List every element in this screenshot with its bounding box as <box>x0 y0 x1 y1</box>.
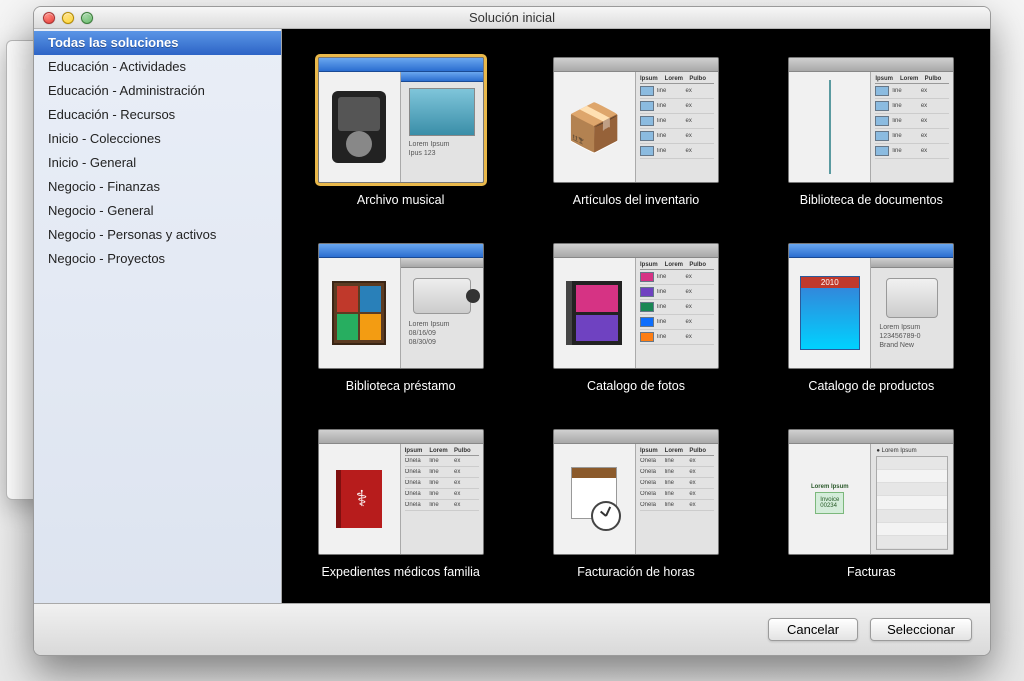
titlebar[interactable]: Solución inicial <box>34 7 990 29</box>
template-label: Artículos del inventario <box>573 193 699 207</box>
sidebar-item-business-projects[interactable]: Negocio - Proyectos <box>34 247 281 271</box>
template-facturacion-horas[interactable]: IpsumLoremPulbo Onelalineex Onelalineex … <box>537 429 734 579</box>
template-archivo-musical[interactable]: Lorem IpsumIpus 123 Archivo musical <box>302 57 499 207</box>
template-gallery[interactable]: Lorem IpsumIpus 123 Archivo musical 📦 Ip… <box>282 29 990 603</box>
template-label: Archivo musical <box>357 193 445 207</box>
boxes-icon: 📦 <box>566 100 623 155</box>
template-label: Biblioteca préstamo <box>346 379 456 393</box>
template-biblioteca-prestamo[interactable]: Lorem Ipsum08/16/0908/30/09 Biblioteca p… <box>302 243 499 393</box>
template-thumbnail: Lorem IpsumIpus 123 <box>318 57 484 183</box>
bookshelf-icon <box>332 281 386 345</box>
template-articulos-inventario[interactable]: 📦 IpsumLoremPulbo lineex lineex lineex l… <box>537 57 734 207</box>
sidebar-item-business-general[interactable]: Negocio - General <box>34 199 281 223</box>
sidebar-item-education-activities[interactable]: Educación - Actividades <box>34 55 281 79</box>
sidebar-item-business-people-assets[interactable]: Negocio - Personas y activos <box>34 223 281 247</box>
template-thumbnail: IpsumLoremPulbo lineex lineex lineex lin… <box>788 57 954 183</box>
sidebar-item-education-administration[interactable]: Educación - Administración <box>34 79 281 103</box>
template-label: Facturación de horas <box>577 565 694 579</box>
template-label: Catalogo de productos <box>808 379 934 393</box>
template-label: Facturas <box>847 565 896 579</box>
projector-icon <box>413 278 471 314</box>
template-thumbnail: Lorem Ipsum Invoice00234 ● Lorem Ipsum <box>788 429 954 555</box>
template-expedientes-medicos[interactable]: ⚕ IpsumLoremPulbo Onelalineex Onelalinee… <box>302 429 499 579</box>
sidebar-item-home-collections[interactable]: Inicio - Colecciones <box>34 127 281 151</box>
category-sidebar: Todas las soluciones Educación - Activid… <box>34 29 282 603</box>
template-catalogo-fotos[interactable]: IpsumLoremPulbo lineex lineex lineex lin… <box>537 243 734 393</box>
medical-book-icon: ⚕ <box>336 470 382 528</box>
clock-icon <box>591 501 621 531</box>
starter-solution-dialog: Solución inicial Todas las soluciones Ed… <box>33 6 991 656</box>
template-label: Biblioteca de documentos <box>800 193 943 207</box>
sidebar-item-home-general[interactable]: Inicio - General <box>34 151 281 175</box>
printer-icon <box>886 278 938 318</box>
template-thumbnail: IpsumLoremPulbo lineex lineex lineex lin… <box>553 243 719 369</box>
dialog-footer: Cancelar Seleccionar <box>34 603 990 655</box>
template-catalogo-productos[interactable]: 2010 Lorem Ipsum123456789-0Brand New Cat… <box>773 243 970 393</box>
select-button[interactable]: Seleccionar <box>870 618 972 641</box>
product-card-icon: 2010 <box>800 276 860 350</box>
document-icon <box>829 80 831 174</box>
photo-album-icon <box>566 281 622 345</box>
template-label: Catalogo de fotos <box>587 379 685 393</box>
template-thumbnail: IpsumLoremPulbo Onelalineex Onelalineex … <box>553 429 719 555</box>
template-facturas[interactable]: Lorem Ipsum Invoice00234 ● Lorem Ipsum F… <box>773 429 970 579</box>
dialog-content: Todas las soluciones Educación - Activid… <box>34 29 990 603</box>
window-title: Solución inicial <box>34 10 990 25</box>
template-thumbnail: Lorem Ipsum08/16/0908/30/09 <box>318 243 484 369</box>
template-thumbnail: ⚕ IpsumLoremPulbo Onelalineex Onelalinee… <box>318 429 484 555</box>
sidebar-item-all-solutions[interactable]: Todas las soluciones <box>34 31 281 55</box>
sidebar-item-education-resources[interactable]: Educación - Recursos <box>34 103 281 127</box>
sidebar-item-business-finance[interactable]: Negocio - Finanzas <box>34 175 281 199</box>
mp3-player-icon <box>332 91 386 163</box>
template-label: Expedientes médicos familia <box>321 565 479 579</box>
template-biblioteca-documentos[interactable]: IpsumLoremPulbo lineex lineex lineex lin… <box>773 57 970 207</box>
template-thumbnail: 2010 Lorem Ipsum123456789-0Brand New <box>788 243 954 369</box>
template-thumbnail: 📦 IpsumLoremPulbo lineex lineex lineex l… <box>553 57 719 183</box>
cancel-button[interactable]: Cancelar <box>768 618 858 641</box>
